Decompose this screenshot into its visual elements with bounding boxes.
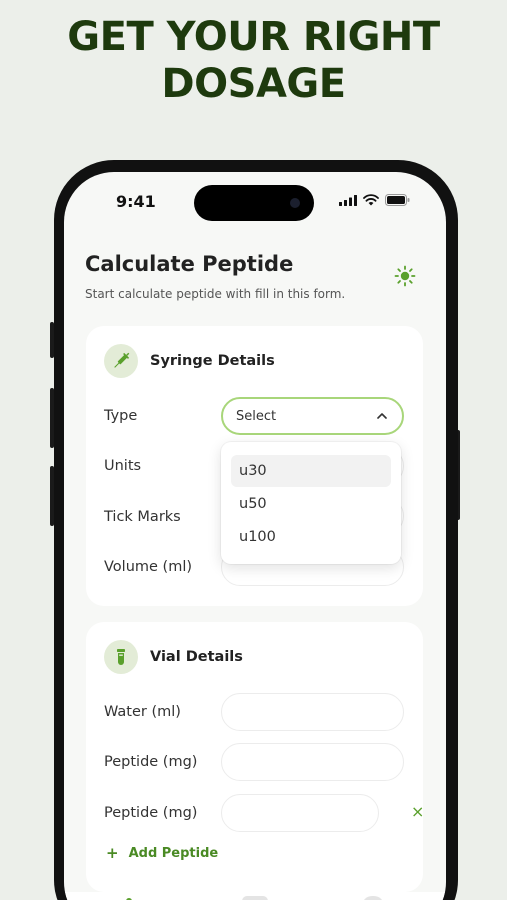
syringe-icon <box>114 352 130 368</box>
plus-icon: + <box>106 844 119 862</box>
bottom-tab-bar <box>64 892 446 900</box>
tab-icon-right[interactable] <box>362 896 384 900</box>
promo-headline: GET YOUR RIGHT DOSAGE <box>0 14 507 108</box>
tab-icon-middle[interactable] <box>242 896 268 900</box>
type-label: Type <box>104 408 138 424</box>
vial-icon <box>117 649 125 665</box>
vial-details-card: Vial Details Water (ml) Peptide (mg) Pep… <box>86 622 424 892</box>
dropdown-option-u100[interactable]: u100 <box>231 521 391 553</box>
wifi-icon <box>363 194 379 206</box>
add-peptide-label: Add Peptide <box>128 845 219 861</box>
signal-icon <box>339 194 357 206</box>
dynamic-island <box>194 185 314 221</box>
headline-line-2: DOSAGE <box>161 61 346 107</box>
peptide-label-1: Peptide (mg) <box>104 754 198 770</box>
status-time: 9:41 <box>116 192 156 211</box>
add-peptide-button[interactable]: + Add Peptide <box>106 844 218 862</box>
battery-icon <box>385 194 410 206</box>
phone-screen: 9:41 Calculate Peptide Start calculate p… <box>64 172 446 900</box>
tick-marks-label: Tick Marks <box>104 509 181 525</box>
page-subtitle: Start calculate peptide with fill in thi… <box>85 287 346 301</box>
status-bar: 9:41 <box>64 172 446 232</box>
page-title: Calculate Peptide <box>85 252 294 276</box>
peptide-label-2: Peptide (mg) <box>104 805 198 821</box>
type-select-value: Select <box>236 408 277 424</box>
peptide-field-2[interactable] <box>221 794 379 832</box>
theme-toggle-button[interactable] <box>394 265 416 291</box>
units-label: Units <box>104 458 142 474</box>
syringe-badge <box>104 344 138 378</box>
dropdown-option-u50[interactable]: u50 <box>231 488 391 520</box>
syringe-card-title: Syringe Details <box>150 353 275 369</box>
type-dropdown-menu: u30 u50 u100 <box>221 442 401 564</box>
water-field[interactable] <box>221 693 404 731</box>
remove-peptide-button[interactable]: × <box>411 802 424 821</box>
dropdown-option-u30[interactable]: u30 <box>231 455 391 487</box>
chevron-up-icon <box>377 413 387 419</box>
type-select[interactable]: Select <box>221 397 404 435</box>
peptide-field-1[interactable] <box>221 743 404 781</box>
sun-icon <box>394 265 416 287</box>
vial-badge <box>104 640 138 674</box>
volume-label: Volume (ml) <box>104 559 193 575</box>
headline-line-1: GET YOUR RIGHT <box>67 14 440 60</box>
water-label: Water (ml) <box>104 704 181 720</box>
vial-card-title: Vial Details <box>150 649 243 665</box>
